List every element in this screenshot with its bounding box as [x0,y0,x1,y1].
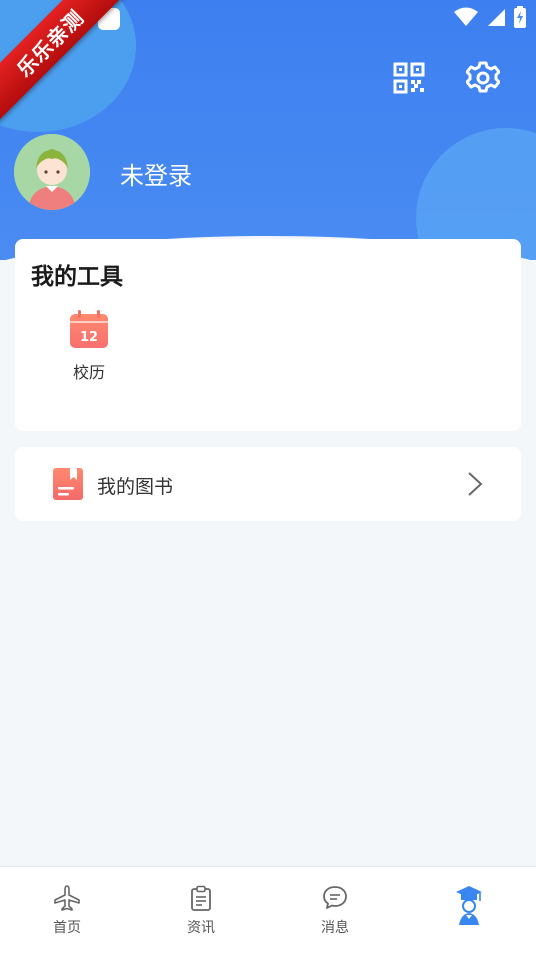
chat-bubble-icon [323,886,347,909]
tool-label: 校历 [72,363,105,382]
gear-icon [466,61,500,93]
tab-profile[interactable] [402,867,536,954]
tab-label: 首页 [53,920,81,936]
book-icon [53,468,83,500]
airplane-icon [54,885,80,911]
avatar-illustration [14,134,90,210]
wifi-icon [454,7,478,26]
tab-home[interactable]: 首页 [0,867,134,954]
tab-label: 资讯 [187,920,215,936]
svg-text:12: 12 [80,330,98,345]
clipboard-icon [191,885,211,911]
bottom-tab-bar: 首页 资讯 消息 [0,866,536,954]
profile-header: 未登录 [0,0,536,260]
tab-messages[interactable]: 消息 [268,867,402,954]
avatar[interactable] [14,134,90,210]
calendar-icon: 12 [70,310,108,348]
chevron-right-icon [468,472,483,496]
settings-button[interactable] [463,58,503,98]
battery-charging-icon [514,6,526,28]
tool-item-calendar[interactable]: 12 校历 [59,309,119,383]
my-tools-card: 我的工具 12 校历 [15,239,521,431]
section-title: 我的工具 [31,264,123,290]
tab-label: 消息 [321,920,349,936]
my-books-row[interactable]: 我的图书 [15,447,521,521]
tab-news[interactable]: 资讯 [134,867,268,954]
qr-code-icon [393,62,425,94]
login-status-text[interactable]: 未登录 [120,156,192,191]
signal-icon [488,9,505,26]
qr-code-button[interactable] [389,58,429,98]
books-label: 我的图书 [97,476,174,498]
graduate-icon [456,886,482,925]
